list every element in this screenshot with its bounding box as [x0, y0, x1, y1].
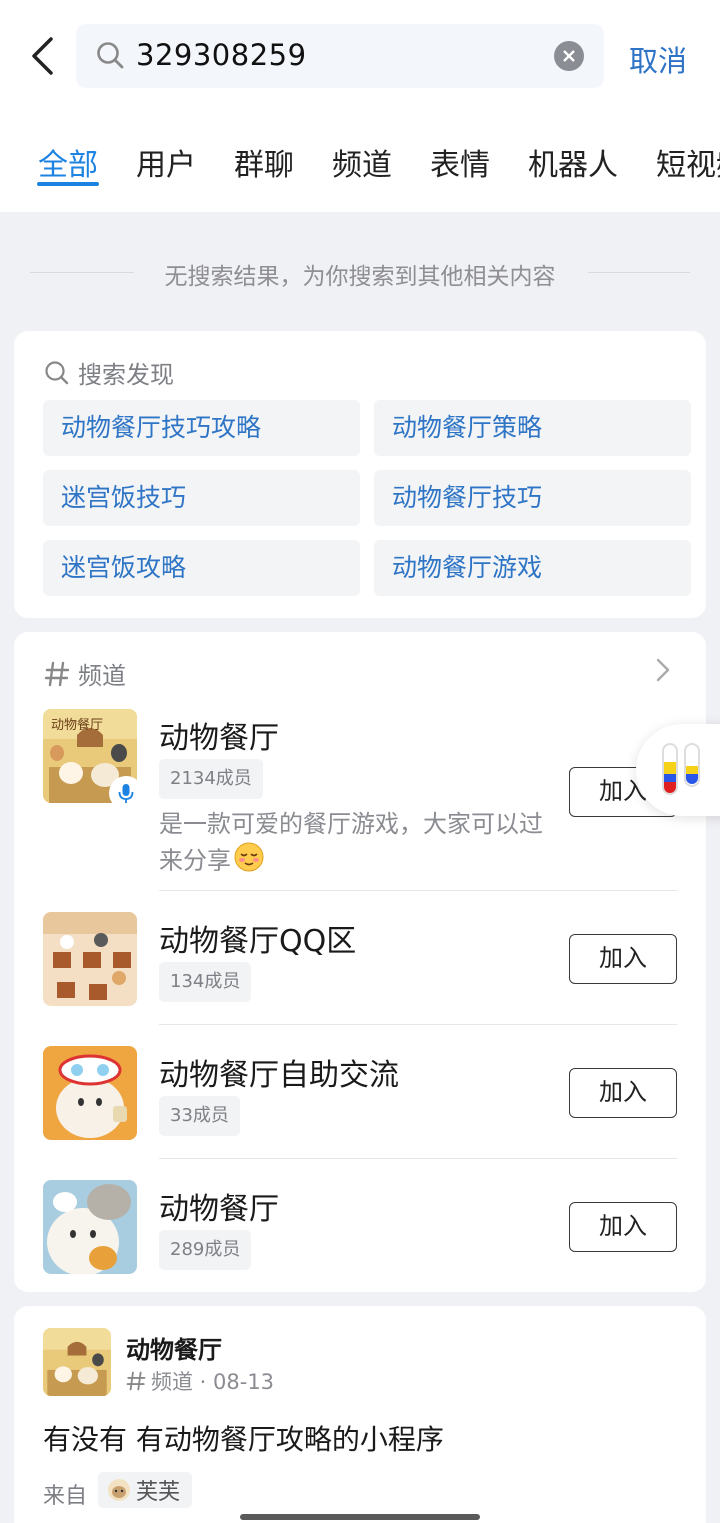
post-from-user[interactable]: 芙芙 — [98, 1472, 193, 1508]
voice-icon — [109, 776, 143, 810]
home-indicator[interactable] — [240, 1514, 480, 1520]
discover-header: 搜索发现 — [44, 355, 174, 390]
post-title[interactable]: 有没有 有动物餐厅攻略的小程序 — [43, 1418, 444, 1458]
channel-description: 是一款可爱的餐厅游戏，大家可以过来分享 — [159, 807, 549, 882]
discover-chip[interactable]: 动物餐厅技巧攻略 — [43, 400, 360, 456]
channel-name: 动物餐厅 — [159, 1192, 279, 1227]
channels-card: 频道 动物餐厅 动物餐厅 2134成员 是一款可爱的餐厅游戏，大家可以过来分享 … — [14, 632, 706, 1292]
back-button[interactable] — [22, 34, 62, 78]
join-button[interactable]: 加入 — [569, 934, 677, 984]
user-avatar — [108, 1479, 130, 1501]
search-input[interactable]: 329308259 — [76, 24, 604, 88]
no-result-text: 无搜索结果，为你搜索到其他相关内容 — [164, 264, 556, 290]
discover-title: 搜索发现 — [78, 361, 174, 389]
search-query[interactable]: 329308259 — [136, 38, 307, 72]
discover-chip[interactable]: 迷宫饭技巧 — [43, 470, 360, 526]
channel-row[interactable]: 动物餐厅QQ区 134成员 加入 — [43, 912, 677, 1006]
tab-short-videos[interactable]: 短视频 — [656, 140, 720, 184]
member-count-badge: 33成员 — [159, 1096, 240, 1136]
category-tabs: 全部 用户 群聊 频道 表情 机器人 短视频 — [0, 140, 720, 190]
join-button[interactable]: 加入 — [569, 1068, 677, 1118]
search-icon — [96, 41, 126, 75]
channel-name: 动物餐厅QQ区 — [159, 924, 357, 959]
post-from-label: 来自 — [43, 1484, 88, 1509]
blush-emoji-icon — [233, 841, 265, 882]
chevron-right-icon[interactable] — [656, 658, 670, 686]
divider — [588, 272, 690, 273]
search-header: 329308259 取消 全部 用户 群聊 频道 表情 机器人 短视频 — [0, 0, 720, 212]
divider — [159, 890, 677, 891]
channel-name: 动物餐厅自助交流 — [159, 1058, 399, 1093]
member-count-badge: 289成员 — [159, 1230, 252, 1270]
channel-avatar — [43, 1180, 137, 1274]
tab-groups[interactable]: 群聊 — [234, 140, 294, 184]
tab-users[interactable]: 用户 — [136, 140, 196, 184]
test-tubes-icon — [662, 743, 700, 795]
post-card[interactable]: 动物餐厅 频道 · 08-13 有没有 有动物餐厅攻略的小程序 来自 芙芙 — [14, 1306, 706, 1523]
tab-all[interactable]: 全部 — [38, 140, 98, 184]
channel-name: 动物餐厅 — [159, 721, 279, 756]
tab-channels[interactable]: 频道 — [332, 140, 392, 184]
tab-robots[interactable]: 机器人 — [528, 140, 618, 184]
divider — [159, 1158, 677, 1159]
clear-icon[interactable] — [554, 41, 584, 71]
search-discover-card: 搜索发现 动物餐厅技巧攻略 动物餐厅策略 迷宫饭技巧 动物餐厅技巧 迷宫饭攻略 … — [14, 331, 706, 618]
member-count-badge: 2134成员 — [159, 759, 263, 799]
channel-row[interactable]: 动物餐厅 289成员 加入 — [43, 1180, 677, 1274]
discover-chip[interactable]: 迷宫饭攻略 — [43, 540, 360, 596]
hashtag-icon — [126, 1371, 146, 1391]
post-meta: 频道 · 08-13 — [126, 1366, 274, 1396]
post-from-username: 芙芙 — [136, 1480, 181, 1505]
discover-chip[interactable]: 动物餐厅游戏 — [374, 540, 691, 596]
channels-header[interactable]: 频道 — [44, 656, 126, 691]
floating-widget[interactable] — [636, 724, 720, 816]
discover-chip[interactable]: 动物餐厅技巧 — [374, 470, 691, 526]
svg-text:动物餐厅: 动物餐厅 — [51, 717, 103, 733]
tab-stickers[interactable]: 表情 — [430, 140, 490, 184]
channel-avatar — [43, 1046, 137, 1140]
discover-chip[interactable]: 动物餐厅策略 — [374, 400, 691, 456]
post-author-avatar[interactable] — [43, 1328, 111, 1396]
post-meta-text: 频道 · 08-13 — [151, 1370, 275, 1394]
divider — [159, 1024, 677, 1025]
post-author-name[interactable]: 动物餐厅 — [126, 1330, 222, 1365]
active-tab-indicator — [37, 182, 99, 186]
channel-avatar — [43, 912, 137, 1006]
hashtag-icon — [44, 661, 70, 686]
cancel-button[interactable]: 取消 — [629, 38, 687, 80]
chevron-left-icon — [32, 37, 53, 75]
search-icon — [45, 360, 69, 384]
channel-row[interactable]: 动物餐厅自助交流 33成员 加入 — [43, 1046, 677, 1140]
member-count-badge: 134成员 — [159, 962, 252, 1002]
channels-title: 频道 — [78, 662, 126, 690]
join-button[interactable]: 加入 — [569, 1202, 677, 1252]
no-result-notice: 无搜索结果，为你搜索到其他相关内容 — [0, 256, 720, 290]
